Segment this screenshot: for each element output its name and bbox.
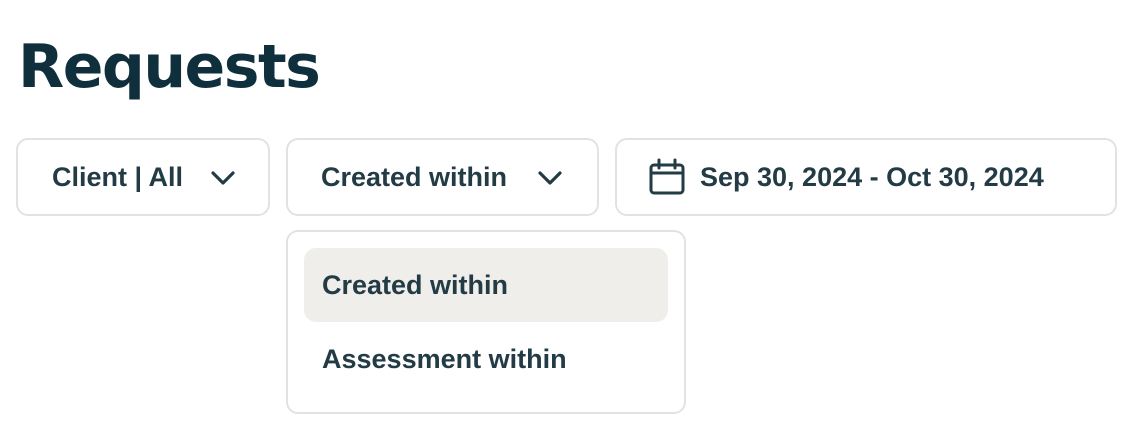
dropdown-option-created-within[interactable]: Created within — [304, 248, 668, 322]
dropdown-option-assessment-within[interactable]: Assessment within — [304, 322, 668, 396]
date-range-label: Sep 30, 2024 - Oct 30, 2024 — [700, 161, 1044, 192]
client-filter-label: Client | All — [52, 161, 184, 192]
chevron-down-icon — [211, 171, 235, 185]
date-type-filter-label: Created within — [321, 161, 508, 192]
client-filter-button[interactable]: Client | All — [16, 138, 270, 216]
page-title: Requests — [18, 32, 321, 102]
dropdown-option-label: Created within — [322, 269, 509, 300]
date-type-filter-button[interactable]: Created within — [286, 138, 599, 216]
chevron-down-icon — [538, 171, 562, 185]
date-range-filter-button[interactable]: Sep 30, 2024 - Oct 30, 2024 — [615, 138, 1117, 216]
dropdown-option-label: Assessment within — [322, 343, 567, 374]
date-type-dropdown-menu: Created within Assessment within — [286, 230, 686, 414]
calendar-icon — [649, 158, 685, 195]
